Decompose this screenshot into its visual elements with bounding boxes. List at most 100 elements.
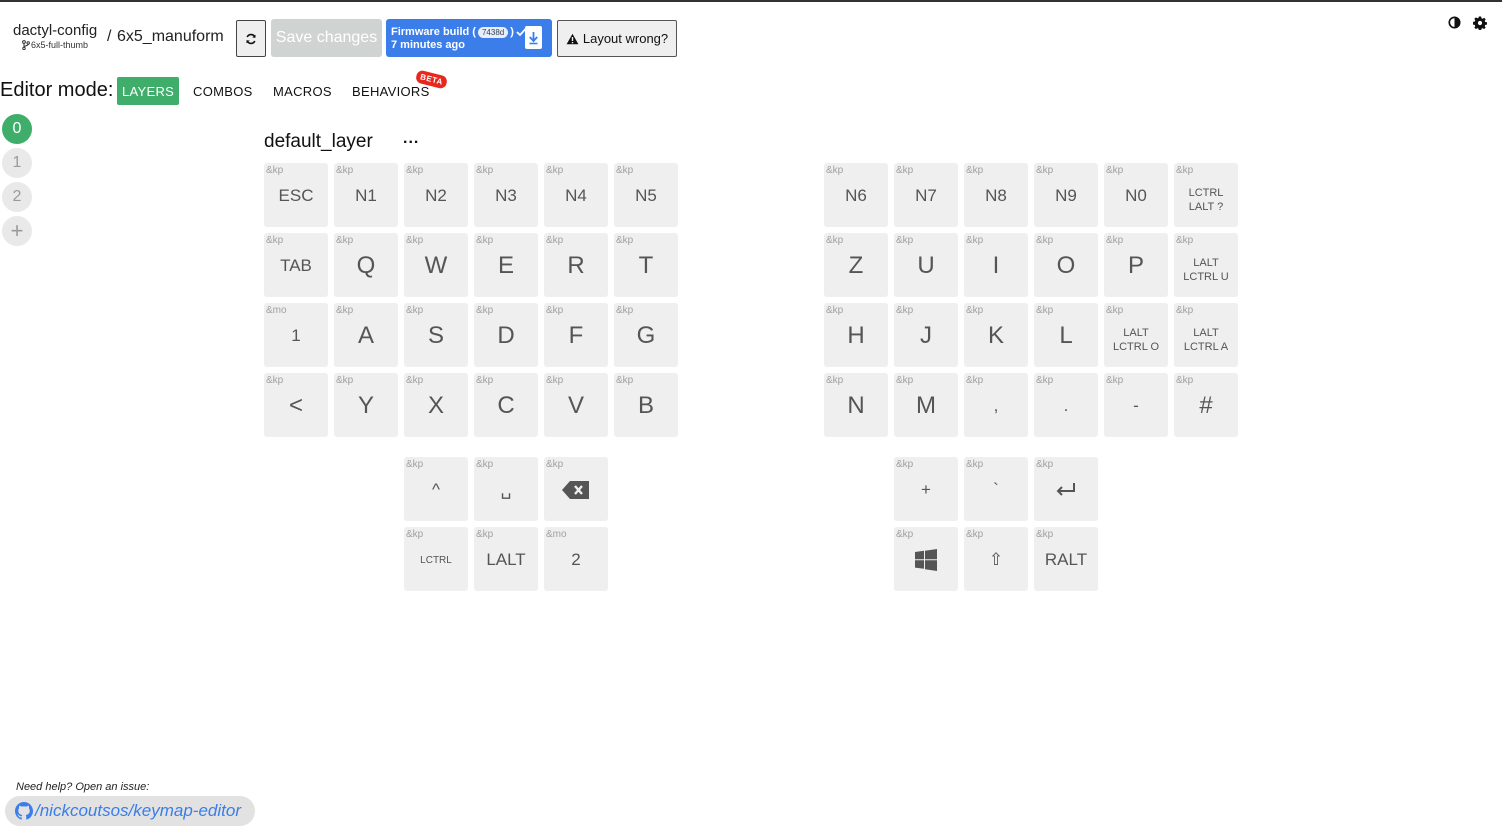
settings-gear-icon[interactable] — [1473, 16, 1487, 30]
key[interactable]: &kp R — [544, 233, 608, 297]
key[interactable]: &kp ␣ — [474, 457, 538, 521]
key[interactable]: &kp ESC — [264, 163, 328, 227]
key-param[interactable]: ESC — [264, 163, 328, 227]
key-param[interactable]: F — [544, 303, 608, 367]
key-param[interactable]: O — [1034, 233, 1098, 297]
key[interactable]: &kp B — [614, 373, 678, 437]
key-param[interactable]: L — [1034, 303, 1098, 367]
key[interactable]: &kp LALT LCTRL O — [1104, 303, 1168, 367]
key[interactable]: &kp N9 — [1034, 163, 1098, 227]
key[interactable]: &kp I — [964, 233, 1028, 297]
key[interactable]: &kp # — [1174, 373, 1238, 437]
layer-menu-button[interactable]: ... — [403, 130, 419, 148]
key-param[interactable]: N7 — [894, 163, 958, 227]
key-param[interactable]: , — [964, 373, 1028, 437]
key[interactable]: &kp J — [894, 303, 958, 367]
key[interactable]: &kp M — [894, 373, 958, 437]
key-param[interactable]: 2 — [544, 527, 608, 591]
key-param[interactable]: I — [964, 233, 1028, 297]
key-param[interactable]: D — [474, 303, 538, 367]
key[interactable]: &mo 1 — [264, 303, 328, 367]
key-param[interactable]: Y — [334, 373, 398, 437]
key[interactable]: &kp N5 — [614, 163, 678, 227]
key[interactable]: &kp LALT LCTRL A — [1174, 303, 1238, 367]
key[interactable]: &kp - — [1104, 373, 1168, 437]
key-param[interactable]: R — [544, 233, 608, 297]
key[interactable]: &kp LCTRL — [404, 527, 468, 591]
key-param[interactable]: G — [614, 303, 678, 367]
download-firmware-button[interactable] — [525, 26, 542, 49]
key[interactable]: &kp TAB — [264, 233, 328, 297]
theme-toggle-icon[interactable] — [1448, 16, 1461, 29]
key-param[interactable]: T — [614, 233, 678, 297]
key-param[interactable]: Z — [824, 233, 888, 297]
key[interactable]: &kp A — [334, 303, 398, 367]
enter-icon[interactable] — [1034, 457, 1098, 521]
key-param[interactable]: # — [1174, 373, 1238, 437]
key[interactable]: &kp. — [1034, 373, 1098, 437]
key-param[interactable]: < — [264, 373, 328, 437]
key-param[interactable]: ` — [964, 457, 1028, 521]
key[interactable]: &kp + — [894, 457, 958, 521]
key[interactable]: &kp — [544, 457, 608, 521]
key[interactable]: &kp N3 — [474, 163, 538, 227]
layer-title[interactable]: default_layer — [264, 131, 373, 153]
key-param[interactable]: S — [404, 303, 468, 367]
keyboard-name[interactable]: 6x5_manuform — [117, 28, 224, 46]
windows-icon[interactable] — [894, 527, 958, 591]
key-param[interactable]: ⇧ — [964, 527, 1028, 591]
key[interactable]: &kp — [1034, 457, 1098, 521]
key-param[interactable]: LALT LCTRL U — [1174, 233, 1238, 297]
key[interactable]: &kp F — [544, 303, 608, 367]
tab-macros[interactable]: MACROS — [268, 77, 337, 105]
key-param[interactable]: N3 — [474, 163, 538, 227]
key-param[interactable]: B — [614, 373, 678, 437]
key-param[interactable]: ^ — [404, 457, 468, 521]
key-param[interactable]: . — [1034, 373, 1098, 437]
key-param[interactable]: H — [824, 303, 888, 367]
layer-select-1[interactable]: 1 — [2, 148, 32, 178]
key-param[interactable]: U — [894, 233, 958, 297]
key-param[interactable]: N9 — [1034, 163, 1098, 227]
key-param[interactable]: 1 — [264, 303, 328, 367]
key[interactable]: &kp V — [544, 373, 608, 437]
key[interactable]: &kp P — [1104, 233, 1168, 297]
key[interactable]: &kp H — [824, 303, 888, 367]
key[interactable]: &kp LCTRL LALT ? — [1174, 163, 1238, 227]
key-param[interactable]: + — [894, 457, 958, 521]
key[interactable]: &kp N1 — [334, 163, 398, 227]
key[interactable]: &kp Q — [334, 233, 398, 297]
layer-select-0[interactable]: 0 — [2, 114, 32, 144]
key[interactable]: &kp RALT — [1034, 527, 1098, 591]
key-param[interactable]: N5 — [614, 163, 678, 227]
key[interactable]: &kp N4 — [544, 163, 608, 227]
add-layer-button[interactable]: + — [2, 216, 32, 246]
key-param[interactable]: ␣ — [474, 457, 538, 521]
key[interactable]: &kp Z — [824, 233, 888, 297]
backspace-icon[interactable] — [544, 457, 608, 521]
key[interactable]: &kp W — [404, 233, 468, 297]
github-repo-link[interactable]: /nickcoutsos/keymap-editor — [5, 796, 255, 826]
key[interactable]: &kp N7 — [894, 163, 958, 227]
key-param[interactable]: X — [404, 373, 468, 437]
layout-wrong-button[interactable]: Layout wrong? — [557, 20, 677, 57]
key-param[interactable]: N0 — [1104, 163, 1168, 227]
key-param[interactable]: N6 — [824, 163, 888, 227]
key[interactable]: &kp LALT — [474, 527, 538, 591]
key-param[interactable]: Q — [334, 233, 398, 297]
key-param[interactable]: LALT LCTRL O — [1104, 303, 1168, 367]
key[interactable]: &kp T — [614, 233, 678, 297]
key-param[interactable]: A — [334, 303, 398, 367]
key[interactable]: &kp ⇧ — [964, 527, 1028, 591]
layer-select-2[interactable]: 2 — [2, 182, 32, 212]
key-param[interactable]: N4 — [544, 163, 608, 227]
key[interactable]: &kp < — [264, 373, 328, 437]
key[interactable]: &kp O — [1034, 233, 1098, 297]
key[interactable]: &kp L — [1034, 303, 1098, 367]
key[interactable]: &kp LALT LCTRL U — [1174, 233, 1238, 297]
key[interactable]: &kp K — [964, 303, 1028, 367]
key[interactable]: &kp Y — [334, 373, 398, 437]
key[interactable]: &kp D — [474, 303, 538, 367]
key-param[interactable]: LCTRL — [404, 527, 468, 591]
key[interactable]: &kp, — [964, 373, 1028, 437]
